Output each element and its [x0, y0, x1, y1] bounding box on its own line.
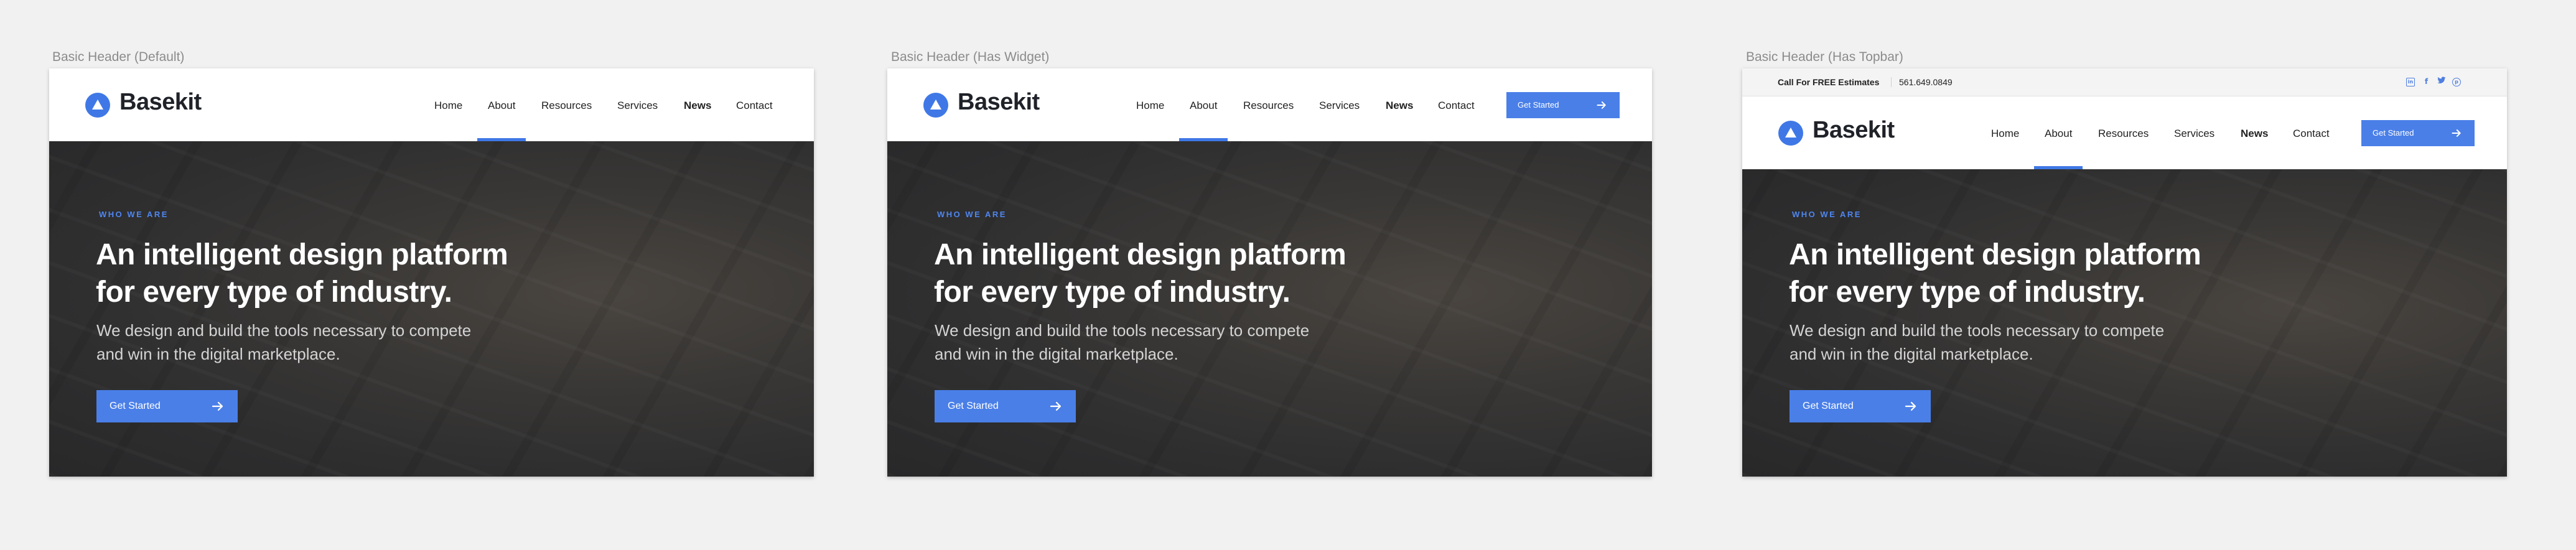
arrow-right-icon: [1905, 401, 1916, 411]
brand-name[interactable]: Basekit: [958, 89, 1040, 116]
button-label: Get Started: [110, 401, 161, 411]
button-label: Get Started: [1803, 401, 1854, 411]
hero-eyebrow: WHO WE ARE: [937, 210, 1007, 219]
hero: WHO WE ARE An intelligent design platfor…: [49, 141, 814, 477]
hero-headline: An intelligent design platform for every…: [96, 236, 508, 311]
artboard-label-topbar: Basic Header (Has Topbar): [1746, 50, 1903, 64]
linkedin-icon[interactable]: in: [2406, 78, 2415, 86]
headline-line: An intelligent design platform: [1789, 238, 2201, 271]
nav-news[interactable]: News: [2241, 128, 2268, 140]
topbar: Call For FREE Estimates 561.649.0849 in …: [1742, 68, 2507, 96]
subtext-line: We design and build the tools necessary …: [1790, 321, 2165, 340]
nav-contact[interactable]: Contact: [736, 100, 773, 112]
headline-line: An intelligent design platform: [934, 238, 1346, 271]
arrow-right-icon: [1050, 401, 1062, 411]
nav-about[interactable]: About: [2045, 128, 2072, 140]
headline-line: for every type of industry.: [934, 276, 1290, 309]
hero-subtext: We design and build the tools necessary …: [1790, 319, 2225, 366]
logo-icon[interactable]: [1778, 121, 1803, 146]
artboard-has-widget: Basekit Home About Resources Services Ne…: [887, 68, 1652, 477]
subtext-line: and win in the digital marketplace.: [96, 345, 340, 363]
get-started-button[interactable]: Get Started: [96, 390, 238, 422]
nav-about[interactable]: About: [488, 100, 515, 112]
nav-home[interactable]: Home: [1136, 100, 1164, 112]
hero-eyebrow: WHO WE ARE: [1792, 210, 1862, 219]
artboard-label-widget: Basic Header (Has Widget): [891, 50, 1050, 64]
nav-services[interactable]: Services: [1319, 100, 1360, 112]
nav-about[interactable]: About: [1190, 100, 1217, 112]
topbar-call-label: Call For FREE Estimates: [1778, 77, 1880, 87]
topbar-divider: [1891, 77, 1892, 87]
get-started-button[interactable]: Get Started: [935, 390, 1076, 422]
headline-line: for every type of industry.: [1789, 276, 2145, 309]
arrow-right-icon: [1597, 101, 1606, 109]
twitter-icon[interactable]: [2436, 77, 2447, 87]
button-label: Get Started: [2373, 128, 2414, 138]
hero-headline: An intelligent design platform for every…: [934, 236, 1346, 311]
nav-contact[interactable]: Contact: [1438, 100, 1475, 112]
logo-icon[interactable]: [85, 93, 110, 118]
nav-home[interactable]: Home: [1991, 128, 2019, 140]
subtext-line: and win in the digital marketplace.: [1790, 345, 2033, 363]
subtext-line: and win in the digital marketplace.: [935, 345, 1178, 363]
navbar: Basekit Home About Resources Services Ne…: [887, 68, 1652, 141]
get-started-button[interactable]: Get Started: [1790, 390, 1931, 422]
headline-line: An intelligent design platform: [96, 238, 508, 271]
nav-contact[interactable]: Contact: [2293, 128, 2330, 140]
nav-services[interactable]: Services: [617, 100, 658, 112]
nav-home[interactable]: Home: [434, 100, 462, 112]
button-label: Get Started: [948, 401, 999, 411]
arrow-right-icon: [2452, 129, 2461, 137]
logo-icon[interactable]: [923, 93, 948, 118]
button-label: Get Started: [1518, 100, 1559, 110]
artboard-default: Basekit Home About Resources Services Ne…: [49, 68, 814, 477]
hero-eyebrow: WHO WE ARE: [99, 210, 169, 219]
nav-get-started-button[interactable]: Get Started: [2361, 120, 2475, 146]
nav-news[interactable]: News: [1386, 100, 1413, 112]
hero-headline: An intelligent design platform for every…: [1789, 236, 2201, 311]
brand-name[interactable]: Basekit: [119, 89, 202, 116]
nav-news[interactable]: News: [684, 100, 711, 112]
nav-resources[interactable]: Resources: [541, 100, 592, 112]
navbar: Basekit Home About Resources Services Ne…: [1742, 96, 2507, 169]
hero: WHO WE ARE An intelligent design platfor…: [887, 141, 1652, 477]
nav-resources[interactable]: Resources: [2098, 128, 2149, 140]
facebook-icon[interactable]: f: [2421, 77, 2432, 87]
hero-subtext: We design and build the tools necessary …: [96, 319, 532, 366]
topbar-phone[interactable]: 561.649.0849: [1899, 77, 1953, 87]
nav-resources[interactable]: Resources: [1243, 100, 1294, 112]
nav-get-started-button[interactable]: Get Started: [1506, 92, 1620, 118]
artboard-has-topbar: Call For FREE Estimates 561.649.0849 in …: [1742, 68, 2507, 477]
headline-line: for every type of industry.: [96, 276, 452, 309]
hero-subtext: We design and build the tools necessary …: [935, 319, 1370, 366]
subtext-line: We design and build the tools necessary …: [96, 321, 472, 340]
pinterest-icon[interactable]: p: [2452, 78, 2461, 86]
hero: WHO WE ARE An intelligent design platfor…: [1742, 169, 2507, 477]
brand-name[interactable]: Basekit: [1813, 117, 1895, 144]
artboard-label-default: Basic Header (Default): [52, 50, 185, 64]
navbar: Basekit Home About Resources Services Ne…: [49, 68, 814, 141]
nav-services[interactable]: Services: [2174, 128, 2214, 140]
subtext-line: We design and build the tools necessary …: [935, 321, 1310, 340]
arrow-right-icon: [212, 401, 223, 411]
